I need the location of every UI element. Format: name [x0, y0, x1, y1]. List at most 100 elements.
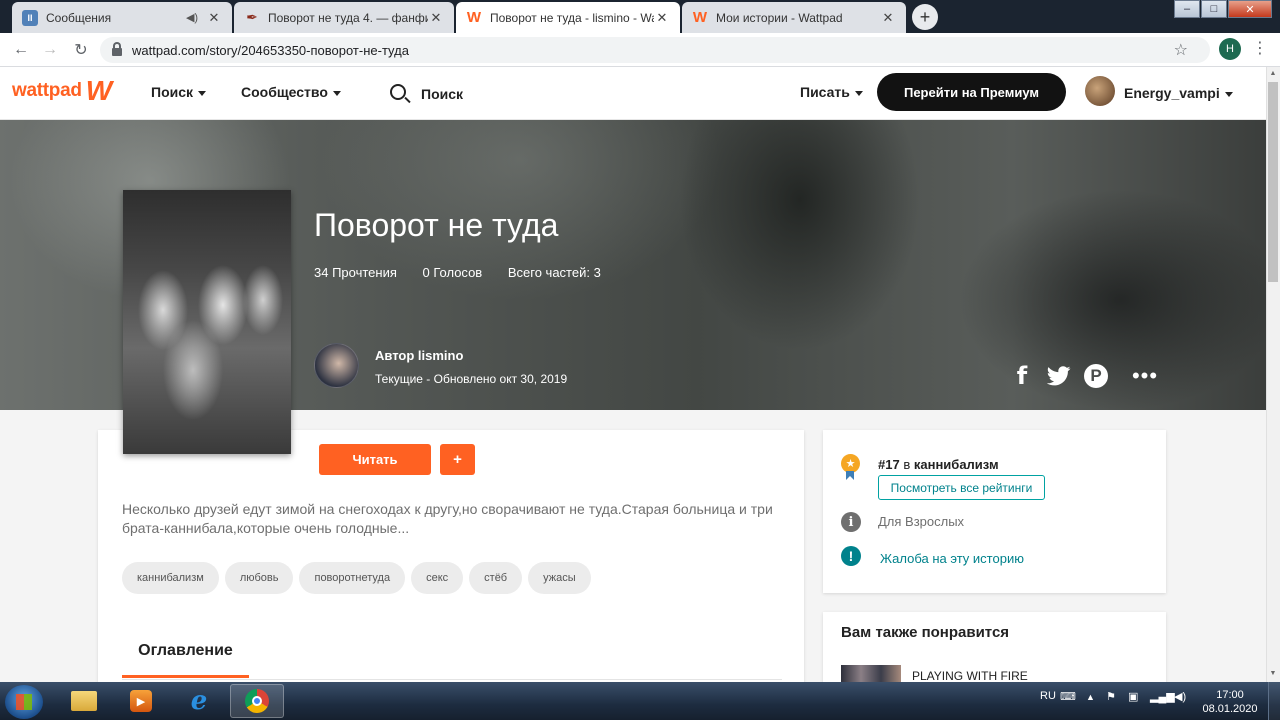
- pinterest-icon[interactable]: P: [1084, 364, 1108, 388]
- author-avatar[interactable]: [314, 343, 359, 388]
- nav-community[interactable]: Сообщество: [241, 84, 341, 100]
- story-info-card: [823, 430, 1166, 593]
- language-indicator[interactable]: RU: [1040, 690, 1056, 702]
- tab-messages[interactable]: II Сообщения ◀) ✕: [12, 2, 232, 33]
- lock-icon: [112, 42, 122, 56]
- clock-date: 08.01.2020: [1202, 703, 1258, 715]
- tab-title: Поворот не туда - lismino - Wat: [490, 10, 654, 25]
- taskbar-internet-explorer[interactable]: e: [172, 684, 226, 718]
- tab-title: Сообщения: [46, 10, 112, 25]
- keyboard-icon[interactable]: ⌨: [1060, 690, 1076, 703]
- forward-button[interactable]: →: [39, 39, 61, 61]
- user-avatar[interactable]: [1085, 76, 1115, 106]
- show-desktop-button[interactable]: [1268, 682, 1280, 720]
- tab-title: Поворот не туда 4. — фанфик п: [268, 10, 428, 25]
- close-tab-icon[interactable]: ✕: [428, 10, 444, 26]
- search-input[interactable]: Поиск: [421, 86, 463, 102]
- url-text: wattpad.com/story/204653350-поворот-не-т…: [132, 42, 409, 58]
- nav-browse[interactable]: Поиск: [151, 84, 207, 100]
- browser-tabstrip: II Сообщения ◀) ✕ ✒ Поворот не туда 4. —…: [0, 0, 1280, 33]
- reads-count: 34 Прочтения: [314, 265, 397, 280]
- tag-chip[interactable]: секс: [411, 562, 464, 594]
- media-player-icon: ▶: [130, 690, 152, 712]
- view-all-rankings-button[interactable]: Посмотреть все рейтинги: [878, 475, 1045, 500]
- info-icon: i: [841, 512, 861, 532]
- premium-button[interactable]: Перейти на Премиум: [877, 73, 1066, 111]
- more-options-icon[interactable]: •••: [1132, 363, 1158, 389]
- twitter-icon[interactable]: [1046, 363, 1072, 389]
- close-tab-icon[interactable]: ✕: [206, 10, 222, 26]
- scrollbar-thumb[interactable]: [1268, 82, 1278, 282]
- signal-icon[interactable]: ▂▄▆: [1150, 690, 1175, 703]
- recommendation-title[interactable]: PLAYING WITH FIRE: [912, 669, 1028, 683]
- rank-category: каннибализм: [913, 457, 999, 472]
- window-controls: – □ ✕: [1173, 0, 1272, 18]
- rank-medal-icon: ★: [841, 454, 860, 480]
- minimize-button[interactable]: –: [1174, 0, 1200, 18]
- folder-icon: [71, 691, 97, 711]
- nav-write[interactable]: Писать: [800, 84, 863, 100]
- maximize-button[interactable]: □: [1201, 0, 1227, 18]
- chevron-down-icon: [332, 90, 341, 96]
- scroll-up-arrow-icon[interactable]: ▲: [1268, 70, 1278, 77]
- read-button[interactable]: Читать: [319, 444, 431, 475]
- close-tab-icon[interactable]: ✕: [880, 10, 896, 26]
- taskbar-media-player[interactable]: ▶: [114, 684, 168, 718]
- action-center-flag-icon[interactable]: ⚑: [1106, 690, 1116, 703]
- tab-wattpad-story[interactable]: W Поворот не туда - lismino - Wat ✕: [456, 2, 680, 33]
- recommendations-heading: Вам также понравится: [841, 624, 1010, 641]
- parts-count: Всего частей: 3: [507, 265, 601, 280]
- browser-toolbar: ← → ↻ wattpad.com/story/204653350-поворо…: [0, 33, 1280, 67]
- scroll-down-arrow-icon[interactable]: ▼: [1268, 670, 1278, 677]
- search-icon[interactable]: [390, 84, 406, 100]
- clock-time: 17:00: [1216, 689, 1244, 701]
- new-tab-button[interactable]: +: [912, 4, 938, 30]
- add-to-library-button[interactable]: +: [440, 444, 475, 475]
- browser-menu-icon[interactable]: ⋮: [1252, 38, 1268, 58]
- votes-count: 0 Голосов: [422, 265, 483, 280]
- author-link[interactable]: Автор lismino: [375, 348, 463, 363]
- tag-chip[interactable]: каннибализм: [122, 562, 219, 594]
- chrome-icon: [245, 689, 269, 713]
- chevron-down-icon: [1224, 91, 1233, 97]
- network-device-icon[interactable]: ▣: [1128, 690, 1138, 703]
- tab-ficbook[interactable]: ✒ Поворот не туда 4. — фанфик п ✕: [234, 2, 454, 33]
- system-clock[interactable]: 17:00 08.01.2020: [1196, 688, 1264, 716]
- reload-button[interactable]: ↻: [70, 39, 92, 61]
- taskbar-explorer[interactable]: [57, 684, 111, 718]
- taskbar-chrome[interactable]: [230, 684, 284, 718]
- start-button[interactable]: [5, 685, 43, 719]
- tab-title: Мои истории - Wattpad: [716, 10, 843, 25]
- tag-list: каннибализм любовь поворотнетуда секс ст…: [122, 562, 597, 594]
- chevron-down-icon: [854, 90, 863, 96]
- volume-icon[interactable]: ◀): [1174, 690, 1186, 703]
- rank-text: #17 в каннибализм: [878, 457, 999, 472]
- speaker-icon[interactable]: ◀): [184, 11, 200, 24]
- profile-avatar[interactable]: H: [1219, 38, 1241, 60]
- user-menu[interactable]: Energy_vampi: [1124, 85, 1233, 101]
- tag-chip[interactable]: любовь: [224, 562, 294, 594]
- tag-chip[interactable]: поворотнетуда: [299, 562, 406, 594]
- address-bar[interactable]: wattpad.com/story/204653350-поворот-не-т…: [100, 37, 1210, 63]
- bookmark-star-icon[interactable]: ☆: [1174, 40, 1188, 60]
- site-header: wattpad W Поиск Сообщество Поиск Писать …: [0, 67, 1266, 120]
- tag-chip[interactable]: стёб: [469, 562, 523, 594]
- story-description: Несколько друзей едут зимой на снегохода…: [122, 501, 773, 536]
- ficbook-icon: ✒: [246, 9, 258, 25]
- tab-table-of-contents[interactable]: Оглавление: [122, 642, 249, 678]
- tag-chip[interactable]: ужасы: [528, 562, 591, 594]
- recommendation-cover[interactable]: [841, 665, 901, 683]
- report-story-link[interactable]: Жалоба на эту историю: [880, 551, 1024, 566]
- facebook-icon[interactable]: f: [1014, 362, 1030, 390]
- close-window-button[interactable]: ✕: [1228, 0, 1272, 18]
- wattpad-logo[interactable]: wattpad W: [12, 77, 112, 105]
- internet-explorer-icon: e: [190, 686, 208, 716]
- tab-my-stories[interactable]: W Мои истории - Wattpad ✕: [682, 2, 906, 33]
- back-button[interactable]: ←: [10, 39, 32, 61]
- logo-text: wattpad: [12, 80, 82, 101]
- show-hidden-icons-icon[interactable]: ▲: [1086, 692, 1095, 702]
- story-status: Текущие - Обновлено окт 30, 2019: [375, 372, 568, 386]
- close-tab-icon[interactable]: ✕: [654, 10, 670, 26]
- story-cover-image[interactable]: [123, 190, 291, 454]
- chevron-down-icon: [198, 90, 207, 96]
